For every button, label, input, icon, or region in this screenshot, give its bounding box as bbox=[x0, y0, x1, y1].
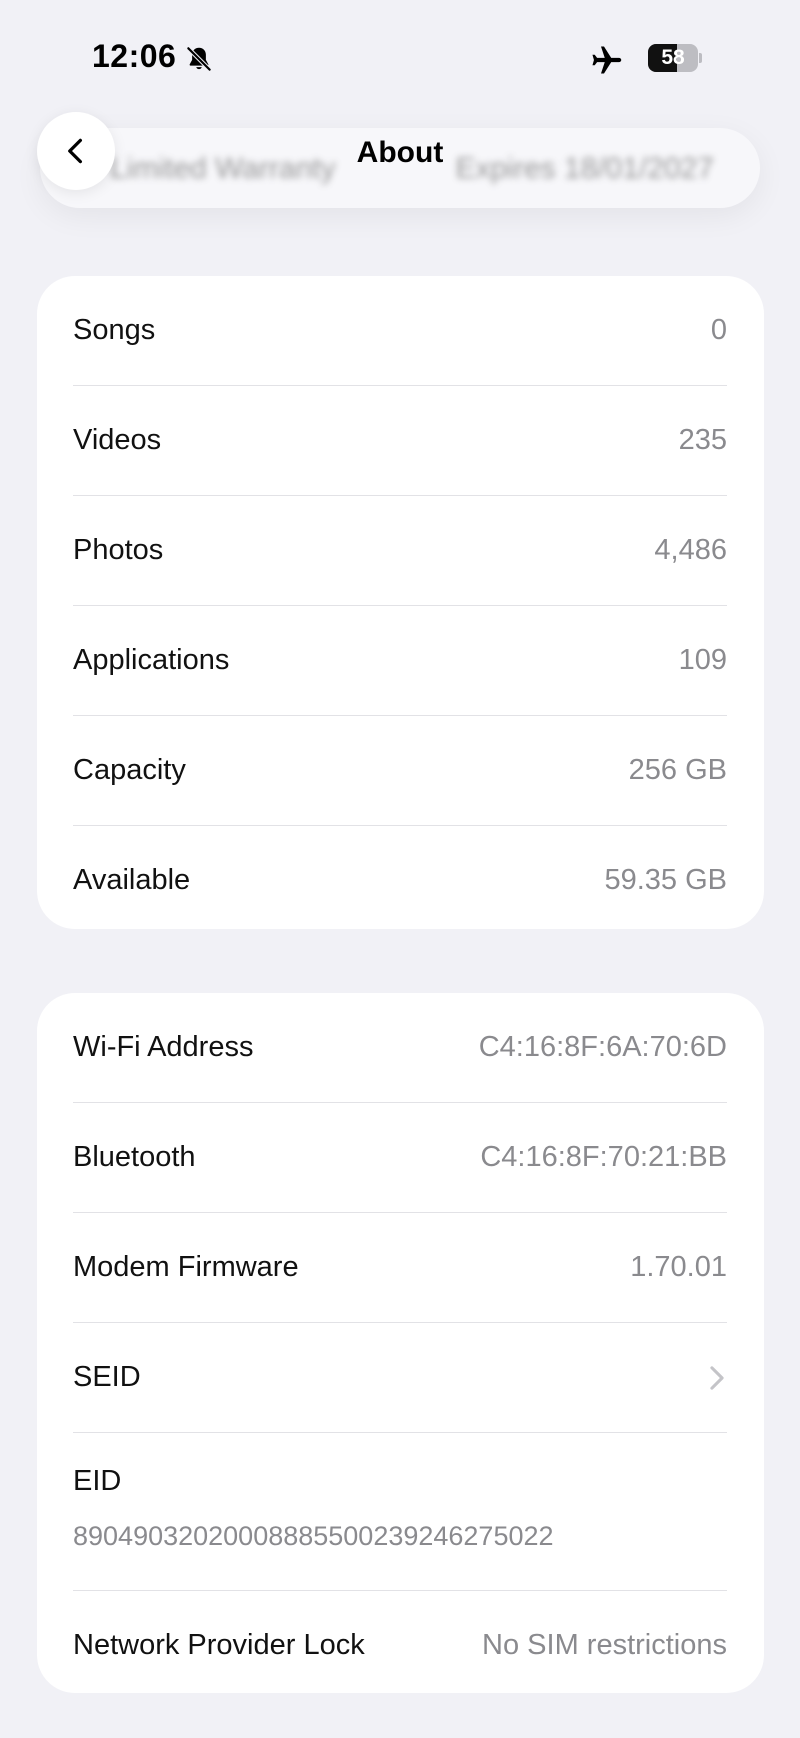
row-capacity: Capacity 256 GB bbox=[73, 716, 727, 826]
row-seid[interactable]: SEID bbox=[73, 1323, 727, 1433]
row-applications: Applications 109 bbox=[73, 606, 727, 716]
page-title: About bbox=[356, 136, 444, 169]
row-value: 235 bbox=[678, 424, 727, 456]
row-label: Capacity bbox=[73, 754, 186, 786]
row-label: Modem Firmware bbox=[73, 1251, 299, 1283]
row-eid[interactable]: EID 89049032020008885500239246275022 bbox=[73, 1433, 727, 1591]
row-value: 256 GB bbox=[628, 754, 727, 786]
row-label: Videos bbox=[73, 424, 162, 456]
network-card: Wi-Fi Address C4:16:8F:6A:70:6D Bluetoot… bbox=[37, 993, 764, 1693]
row-photos: Photos 4,486 bbox=[73, 496, 727, 606]
row-label: Photos bbox=[73, 534, 164, 566]
battery-level: 58 bbox=[661, 46, 685, 69]
row-wifi-address[interactable]: Wi-Fi Address C4:16:8F:6A:70:6D bbox=[73, 993, 727, 1103]
row-value: 89049032020008885500239246275022 bbox=[73, 1521, 554, 1551]
row-label: Available bbox=[73, 864, 191, 896]
row-label: Bluetooth bbox=[73, 1141, 196, 1173]
row-label: Wi-Fi Address bbox=[73, 1031, 254, 1063]
navigation-bar: Limited Warranty Expires 18/01/2027 Abou… bbox=[0, 110, 800, 230]
status-bar: 12:06 58 bbox=[0, 0, 800, 110]
row-network-provider-lock: Network Provider Lock No SIM restriction… bbox=[73, 1591, 727, 1693]
row-value: 109 bbox=[678, 644, 727, 676]
storage-card: Songs 0 Videos 235 Photos 4,486 Applicat… bbox=[37, 276, 764, 929]
row-label: EID bbox=[73, 1465, 122, 1497]
row-videos: Videos 235 bbox=[73, 386, 727, 496]
row-value: C4:16:8F:70:21:BB bbox=[480, 1141, 727, 1173]
row-label: SEID bbox=[73, 1361, 141, 1393]
row-available: Available 59.35 GB bbox=[73, 826, 727, 929]
row-value: 59.35 GB bbox=[604, 864, 727, 896]
row-songs: Songs 0 bbox=[73, 276, 727, 386]
row-value: 4,486 bbox=[654, 534, 727, 566]
chevron-right-icon bbox=[710, 1365, 724, 1390]
row-label: Songs bbox=[73, 314, 156, 346]
row-value: 0 bbox=[710, 314, 727, 346]
row-value: C4:16:8F:6A:70:6D bbox=[478, 1031, 727, 1063]
row-label: Applications bbox=[73, 644, 230, 676]
row-modem-firmware[interactable]: Modem Firmware 1.70.01 bbox=[73, 1213, 727, 1323]
airplane-icon bbox=[592, 46, 622, 74]
bell-slash-icon bbox=[186, 46, 212, 72]
row-label: Network Provider Lock bbox=[73, 1629, 365, 1661]
row-bluetooth[interactable]: Bluetooth C4:16:8F:70:21:BB bbox=[73, 1103, 727, 1213]
battery-icon: 58 bbox=[648, 44, 702, 72]
row-value: No SIM restrictions bbox=[482, 1629, 727, 1661]
row-value: 1.70.01 bbox=[630, 1251, 727, 1283]
status-time: 12:06 bbox=[92, 38, 177, 74]
about-screen: 12:06 58 Limited Warranty Expires 18/01/… bbox=[0, 0, 800, 1738]
